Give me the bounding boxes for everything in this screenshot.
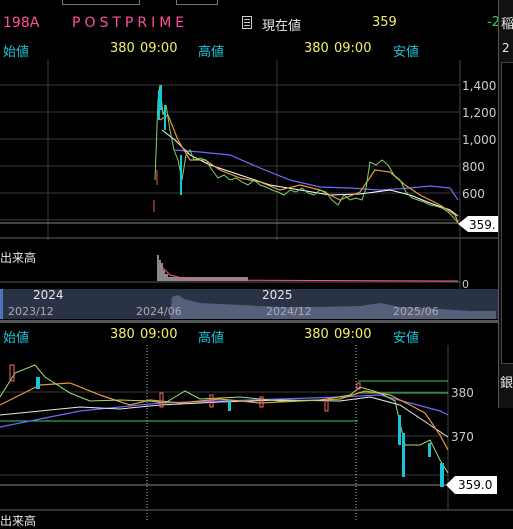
daily-chart[interactable]: 1,400 1,200 1,000 800 600 359. 0 xyxy=(0,60,498,292)
volume-bars xyxy=(157,255,248,281)
navigator-year-2025: 2025 xyxy=(262,288,293,302)
open-value-intraday: 380 xyxy=(110,327,135,342)
open-label: 始値 xyxy=(3,45,30,60)
candle xyxy=(402,433,405,477)
navigator-date-4: 2025/06 xyxy=(393,305,439,318)
high-time-intraday: 09:00 xyxy=(334,327,372,342)
price-line xyxy=(154,84,459,224)
high-value: 380 xyxy=(304,41,329,56)
y-tick: 600 xyxy=(462,187,485,201)
candle xyxy=(36,377,40,389)
y-tick: 380 xyxy=(451,386,474,400)
volume-bar xyxy=(157,255,159,281)
volume-bar xyxy=(159,260,161,281)
candle xyxy=(440,463,444,487)
time-navigator[interactable]: 2024 2025 2023/12 2024/06 2024/12 2025/0… xyxy=(0,288,498,319)
current-price-value: 359 xyxy=(372,15,397,30)
pane-separator[interactable] xyxy=(0,320,498,323)
y-tick: 1,200 xyxy=(462,106,496,120)
volume-bar xyxy=(165,274,168,281)
navigator-date-2: 2024/06 xyxy=(136,305,182,318)
ma-mid-line xyxy=(161,129,459,217)
low-label-intraday: 安値 xyxy=(393,331,420,346)
tab-blank-1[interactable] xyxy=(62,0,140,5)
side-panel-second-char: 2 xyxy=(502,41,510,55)
intraday-chart[interactable]: 380 370 359.0 xyxy=(0,345,513,520)
candle xyxy=(428,443,431,457)
tab-blank-2[interactable] xyxy=(176,0,218,5)
open-value: 380 xyxy=(110,41,135,56)
ma-mid-line xyxy=(0,396,449,438)
navigator-area xyxy=(170,295,496,319)
open-label-intraday: 始値 xyxy=(3,331,30,346)
high-time: 09:00 xyxy=(334,41,372,56)
volume-label-intraday: 出来高 xyxy=(0,514,37,528)
last-price-label: 359. xyxy=(469,218,496,232)
volume-label: 出来高 xyxy=(0,251,37,265)
y-tick: 370 xyxy=(451,430,474,444)
high-label-intraday: 高値 xyxy=(198,331,225,346)
y-tick: 1,400 xyxy=(462,79,496,93)
volume-bar xyxy=(163,270,165,281)
y-tick: 800 xyxy=(462,160,485,174)
current-price-label: 現在値 xyxy=(262,19,302,34)
high-value-intraday: 380 xyxy=(304,327,329,342)
candle xyxy=(259,396,264,408)
open-time: 09:00 xyxy=(140,41,178,56)
stock-code: 198A xyxy=(3,15,40,31)
last-price-label-intraday: 359.0 xyxy=(458,478,492,492)
document-icon[interactable] xyxy=(242,16,252,29)
high-label: 高値 xyxy=(198,45,225,60)
navigator-date-3: 2024/12 xyxy=(266,305,312,318)
side-panel-top-char: 稲 xyxy=(501,17,513,32)
y-tick: 1,000 xyxy=(462,133,496,147)
open-time-intraday: 09:00 xyxy=(140,327,178,342)
company-name: POSTPRIME xyxy=(72,15,189,31)
candle xyxy=(228,401,231,411)
navigator-handle xyxy=(0,289,3,319)
candle xyxy=(398,415,401,445)
ma-fast-line xyxy=(159,114,459,223)
navigator-date-1: 2023/12 xyxy=(8,305,54,318)
low-label: 安値 xyxy=(393,45,420,60)
navigator-year-2024: 2024 xyxy=(33,288,64,302)
